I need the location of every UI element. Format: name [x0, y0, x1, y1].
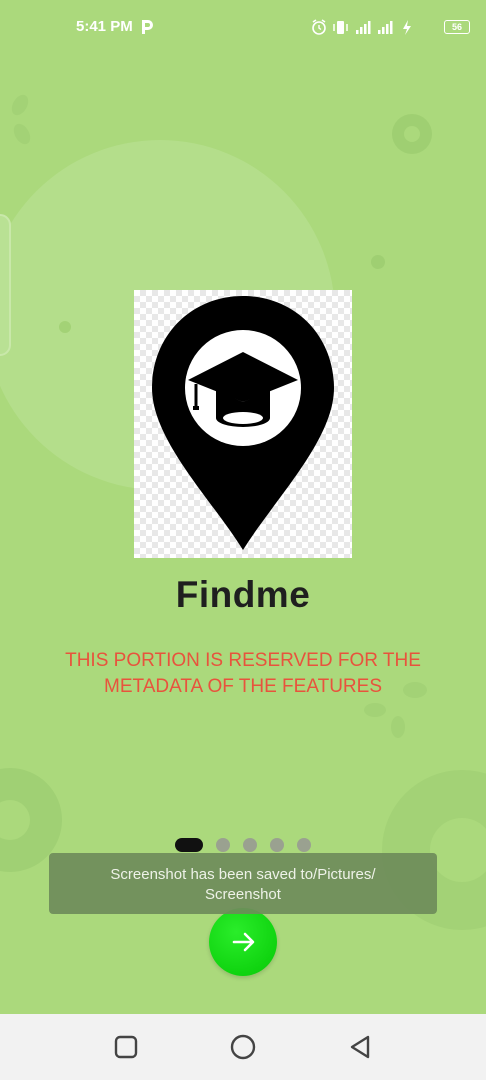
alarm-icon — [312, 19, 326, 35]
screenshot-toast: Screenshot has been saved to/Pictures/ S… — [49, 853, 437, 914]
page-dot-active[interactable] — [175, 838, 203, 852]
toast-line-1: Screenshot has been saved to/Pictures/ — [110, 866, 376, 883]
charging-icon — [403, 20, 411, 35]
battery-icon: 56 — [444, 20, 470, 34]
status-bar: 5:41 PM 56 — [0, 0, 486, 56]
page-dot[interactable] — [216, 838, 230, 852]
app-logo — [134, 290, 352, 558]
status-icons — [312, 19, 411, 35]
next-button[interactable] — [209, 908, 277, 976]
metadata-line-2: METADATA OF THE FEATURES — [104, 676, 382, 697]
vibrate-icon — [333, 21, 348, 34]
back-icon[interactable] — [346, 1032, 376, 1062]
page-dot[interactable] — [270, 838, 284, 852]
recent-apps-icon[interactable] — [111, 1032, 141, 1062]
signal-icon — [356, 21, 371, 34]
metadata-line-1: THIS PORTION IS RESERVED FOR THE — [65, 650, 421, 671]
location-pin-graduation-cap-icon — [152, 296, 334, 550]
p-icon — [142, 20, 153, 34]
navigation-bar — [0, 1014, 486, 1080]
feature-metadata: THIS PORTION IS RESERVED FOR THE METADAT… — [40, 648, 446, 700]
home-icon[interactable] — [228, 1032, 258, 1062]
page-dot[interactable] — [243, 838, 257, 852]
app-title: Findme — [175, 574, 311, 615]
arrow-right-icon — [232, 932, 255, 952]
page-dot[interactable] — [297, 838, 311, 852]
status-time: 5:41 PM — [76, 18, 133, 35]
signal-icon-2 — [378, 21, 393, 34]
toast-line-2: Screenshot — [205, 886, 281, 903]
